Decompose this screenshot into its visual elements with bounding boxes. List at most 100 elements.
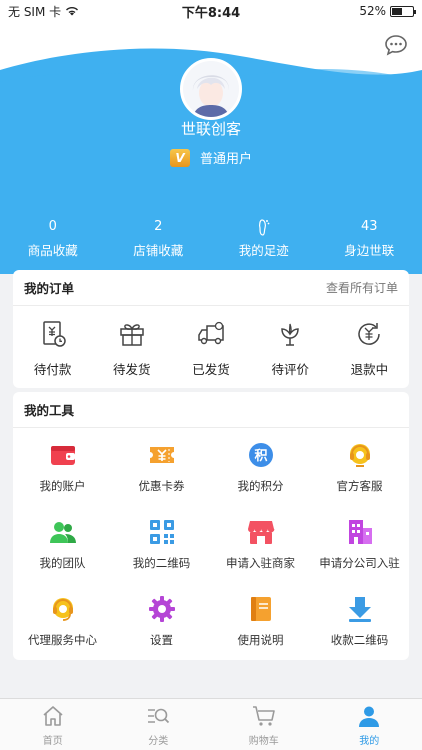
tool-label: 设置: [150, 633, 173, 647]
tool-label: 申请分公司入驻: [319, 556, 400, 570]
tool-label: 我的二维码: [132, 556, 191, 570]
tab-label: 分类: [148, 736, 169, 747]
tool-my-qrcode[interactable]: 我的二维码: [112, 517, 211, 594]
battery-percent: 52%: [359, 4, 386, 18]
home-icon: [43, 706, 63, 726]
status-right: 52%: [359, 4, 416, 18]
tool-apply-branch[interactable]: 申请分公司入驻: [310, 517, 409, 594]
tools-title: 我的工具: [24, 403, 75, 418]
store-icon: [247, 521, 274, 544]
stat-product-favorites[interactable]: 0 商品收藏: [0, 218, 106, 259]
tool-label: 我的团队: [39, 556, 86, 570]
download-icon: [348, 597, 371, 622]
order-label: 退款中: [350, 362, 389, 377]
building-icon: [348, 520, 372, 544]
gift-icon: [120, 324, 144, 346]
tool-label: 官方客服: [336, 479, 383, 493]
category-icon: [148, 708, 170, 724]
tool-label: 优惠卡券: [138, 479, 185, 493]
tool-label: 收款二维码: [330, 633, 389, 647]
order-label: 待付款: [33, 362, 72, 377]
gear-icon: [148, 596, 175, 622]
cart-icon: [252, 706, 275, 726]
headset-icon: [349, 444, 370, 467]
order-label: 已发货: [192, 362, 230, 377]
order-pending-shipment[interactable]: 待发货: [92, 319, 171, 378]
order-pending-payment[interactable]: 待付款: [13, 319, 92, 378]
tool-settings[interactable]: 设置: [112, 594, 211, 671]
message-icon[interactable]: [384, 34, 408, 56]
wifi-icon: [66, 7, 79, 16]
stats-row: 0 商品收藏 2 店铺收藏 我的足迹 43 身边世联: [0, 218, 422, 259]
carrier-text: 无 SIM 卡: [8, 4, 62, 19]
user-icon: [359, 706, 380, 727]
tool-user-manual[interactable]: 使用说明: [211, 594, 310, 671]
payment-icon: [42, 321, 66, 347]
tools-card: 我的工具 我的账户 优惠卡券 积 我的积分 官方客服 我的团队 我的二维码 申请…: [13, 392, 409, 660]
tab-mine[interactable]: 我的: [317, 699, 422, 750]
qrcode-icon: [149, 520, 174, 544]
status-left: 无 SIM 卡: [8, 3, 79, 20]
tool-coupons[interactable]: 优惠卡券: [112, 440, 211, 517]
order-refunding[interactable]: 退款中: [330, 319, 409, 378]
order-pending-review[interactable]: 待评价: [251, 319, 330, 378]
order-shipped[interactable]: 已发货: [171, 319, 250, 378]
avatar-image: [183, 61, 239, 117]
orders-title: 我的订单: [24, 281, 75, 296]
tool-label: 我的账户: [39, 479, 86, 493]
tool-my-team[interactable]: 我的团队: [13, 517, 112, 594]
manual-icon: [250, 597, 271, 621]
stat-label: 身边世联: [344, 243, 395, 258]
view-all-orders-link[interactable]: 查看所有订单: [326, 279, 398, 296]
wallet-icon: [50, 446, 75, 465]
tool-apply-merchant[interactable]: 申请入驻商家: [211, 517, 310, 594]
battery-icon: [390, 5, 416, 17]
tab-label: 购物车: [248, 736, 279, 747]
avatar[interactable]: [180, 58, 242, 120]
truck-icon: [198, 321, 224, 345]
tool-label: 申请入驻商家: [226, 556, 295, 570]
stat-footprints[interactable]: 我的足迹: [211, 218, 317, 259]
tab-home[interactable]: 首页: [0, 699, 106, 750]
member-level-row: V 普通用户: [0, 148, 422, 167]
footprint-icon: [258, 219, 270, 236]
bottom-tab-bar: 首页 分类 购物车 我的: [0, 698, 422, 750]
tool-label: 使用说明: [237, 633, 284, 647]
tool-my-account[interactable]: 我的账户: [13, 440, 112, 517]
tools-card-header: 我的工具: [13, 392, 409, 428]
flower-icon: [281, 323, 299, 346]
stat-value: 2: [154, 219, 163, 234]
tool-my-points[interactable]: 积 我的积分: [211, 440, 310, 517]
points-icon: 积: [248, 443, 273, 467]
stat-value: 43: [360, 219, 378, 234]
stat-value: 0: [48, 219, 57, 234]
orders-card: 我的订单 查看所有订单 待付款 待发货 已发货 待评价 退款中: [13, 270, 409, 388]
refund-icon: [358, 323, 381, 345]
tab-label: 我的: [359, 736, 380, 747]
tool-label: 我的积分: [237, 479, 284, 493]
stat-label: 商品收藏: [27, 243, 78, 258]
tab-category[interactable]: 分类: [106, 699, 212, 750]
orders-card-header: 我的订单 查看所有订单: [13, 270, 409, 306]
tools-grid: 我的账户 优惠卡券 积 我的积分 官方客服 我的团队 我的二维码 申请入驻商家: [13, 428, 409, 671]
tab-label: 首页: [42, 736, 63, 747]
stat-value: [211, 218, 317, 236]
tab-cart[interactable]: 购物车: [211, 699, 317, 750]
coupon-icon: [149, 447, 174, 463]
tool-payment-qrcode[interactable]: 收款二维码: [310, 594, 409, 671]
username: 世联创客: [180, 120, 241, 138]
stat-store-favorites[interactable]: 2 店铺收藏: [106, 218, 212, 259]
order-label: 待评价: [271, 362, 309, 377]
stat-label: 店铺收藏: [133, 243, 184, 258]
profile-header: 世联创客 V 普通用户 0 商品收藏 2 店铺收藏 我的足迹 43 身边世联: [0, 22, 422, 274]
tool-agent-service-center[interactable]: 代理服务中心: [13, 594, 112, 671]
stat-nearby[interactable]: 43 身边世联: [317, 218, 422, 259]
member-level: 普通用户: [199, 152, 252, 167]
tool-label: 代理服务中心: [28, 633, 97, 647]
order-label: 待发货: [113, 362, 151, 377]
svg-text:积: 积: [254, 448, 267, 464]
status-bar: 无 SIM 卡 下午8:44 52%: [0, 0, 422, 22]
team-icon: [49, 522, 76, 543]
vip-badge-icon: V: [169, 148, 190, 167]
tool-customer-service[interactable]: 官方客服: [310, 440, 409, 517]
